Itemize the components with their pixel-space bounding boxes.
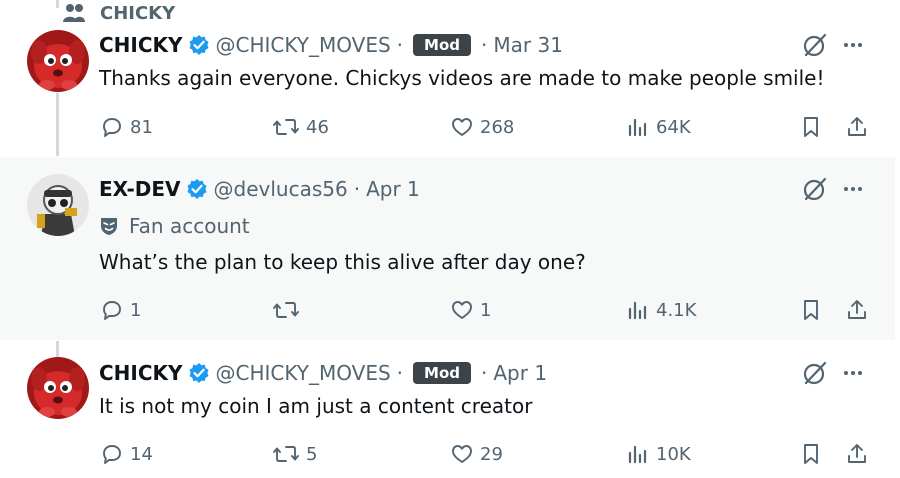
view-count: 4.1K [656, 299, 697, 321]
more-options-icon[interactable] [841, 31, 865, 59]
community-header[interactable]: CHICKY [62, 2, 175, 24]
mod-badge: Mod [413, 34, 472, 56]
heart-icon [452, 118, 472, 136]
avatar[interactable] [27, 357, 89, 419]
post-date[interactable]: Apr 1 [366, 177, 420, 201]
repost-icon [273, 119, 299, 135]
fan-account-text: Fan account [129, 214, 250, 238]
avatar-image [27, 357, 89, 419]
share-icon [848, 444, 866, 463]
like-count: 29 [480, 443, 503, 465]
heart-icon [452, 445, 472, 463]
separator-dot: · [396, 361, 404, 385]
community-icon [63, 4, 85, 22]
bookmark-icon [804, 300, 818, 320]
user-handle[interactable]: @CHICKY_MOVES [216, 361, 391, 385]
reply-count: 81 [130, 116, 153, 138]
post[interactable]: CHICKY @CHICKY_MOVES · Mod · Mar 31 Than… [0, 24, 895, 156]
reply-icon [103, 301, 121, 320]
post-header: CHICKY @CHICKY_MOVES · Mod · Mar 31 [99, 31, 563, 59]
like-button[interactable]: 1 [450, 296, 491, 324]
separator-dot: · [396, 33, 404, 57]
user-handle[interactable]: @CHICKY_MOVES [216, 33, 391, 57]
bookmark-button[interactable] [799, 296, 823, 324]
verified-badge-icon[interactable] [186, 178, 208, 200]
repost-button[interactable]: 5 [272, 440, 317, 468]
analytics-icon [628, 445, 647, 464]
reply-icon [103, 445, 121, 464]
post-date[interactable]: Apr 1 [493, 361, 547, 385]
more-options-icon[interactable] [841, 175, 865, 203]
grok-icon[interactable] [801, 175, 829, 203]
view-count: 64K [656, 116, 691, 138]
thread-line [56, 0, 59, 8]
more-options-icon[interactable] [841, 359, 865, 387]
display-name[interactable]: CHICKY [99, 33, 183, 57]
post-text: It is not my coin I am just a content cr… [99, 394, 533, 418]
repost-button[interactable] [272, 296, 306, 324]
post-date[interactable]: Mar 31 [493, 33, 563, 57]
reply-count: 1 [130, 299, 142, 321]
reply-icon [103, 118, 121, 137]
mask-icon [101, 218, 117, 235]
like-count: 268 [480, 116, 515, 138]
analytics-icon [628, 301, 647, 320]
bookmark-icon [804, 117, 818, 137]
display-name[interactable]: CHICKY [99, 361, 183, 385]
reply-button[interactable]: 81 [100, 113, 153, 141]
repost-count: 5 [306, 443, 318, 465]
like-button[interactable]: 268 [450, 113, 514, 141]
separator-dot: · [481, 33, 488, 57]
views-button[interactable]: 4.1K [626, 296, 696, 324]
views-button[interactable]: 64K [626, 113, 691, 141]
share-button[interactable] [845, 296, 869, 324]
grok-icon[interactable] [801, 31, 829, 59]
separator-dot: · [481, 361, 488, 385]
post-header: EX-DEV @devlucas56 · Apr 1 [99, 175, 420, 203]
avatar-image [27, 30, 89, 92]
community-name: CHICKY [100, 2, 176, 24]
repost-button[interactable]: 46 [272, 113, 329, 141]
verified-badge-icon[interactable] [188, 362, 210, 384]
grok-icon[interactable] [801, 359, 829, 387]
display-name[interactable]: EX-DEV [99, 177, 181, 201]
fan-account-label: Fan account [99, 212, 250, 240]
separator-dot: · [353, 177, 361, 201]
bookmark-button[interactable] [799, 113, 823, 141]
avatar-image [27, 174, 89, 236]
reply-button[interactable]: 1 [100, 296, 141, 324]
verified-badge-icon[interactable] [188, 34, 210, 56]
avatar[interactable] [27, 174, 89, 236]
view-count: 10K [656, 443, 691, 465]
like-count: 1 [480, 299, 492, 321]
repost-count: 46 [306, 116, 329, 138]
post-text: What’s the plan to keep this alive after… [99, 250, 586, 274]
repost-icon [273, 446, 299, 462]
like-button[interactable]: 29 [450, 440, 503, 468]
repost-icon [273, 302, 299, 318]
avatar[interactable] [27, 30, 89, 92]
share-icon [848, 300, 866, 319]
user-handle[interactable]: @devlucas56 [214, 177, 348, 201]
reply-count: 14 [130, 443, 153, 465]
post-text: Thanks again everyone. Chickys videos ar… [99, 66, 825, 90]
views-button[interactable]: 10K [626, 440, 691, 468]
share-button[interactable] [845, 113, 869, 141]
share-button[interactable] [845, 440, 869, 468]
post[interactable]: EX-DEV @devlucas56 · Apr 1 Fan account W… [0, 157, 895, 340]
heart-icon [452, 301, 472, 319]
analytics-icon [628, 118, 647, 137]
bookmark-icon [804, 444, 818, 464]
reply-button[interactable]: 14 [100, 440, 153, 468]
post[interactable]: CHICKY @CHICKY_MOVES · Mod · Apr 1 It is… [0, 341, 895, 478]
bookmark-button[interactable] [799, 440, 823, 468]
share-icon [848, 117, 866, 136]
mod-badge: Mod [413, 362, 472, 384]
post-header: CHICKY @CHICKY_MOVES · Mod · Apr 1 [99, 359, 547, 387]
